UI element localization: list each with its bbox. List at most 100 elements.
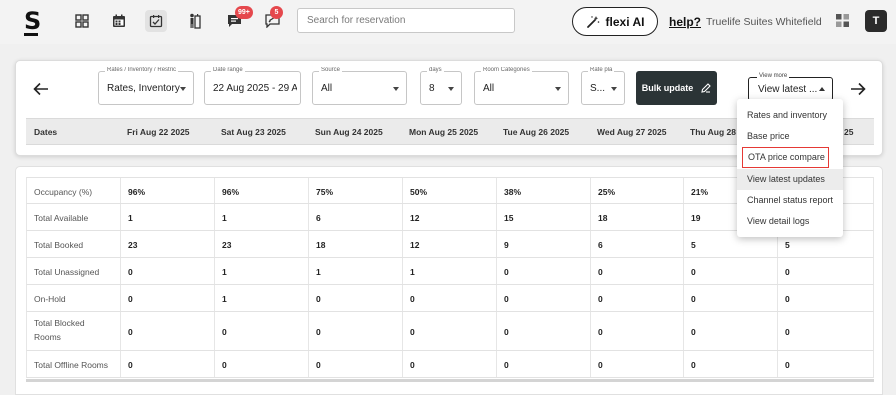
app-logo[interactable]: S (24, 8, 41, 34)
date-range-field[interactable]: Date range 22 Aug 2025 - 29 A (204, 67, 301, 105)
days-select[interactable]: days 8 (420, 67, 462, 105)
messages-badge: 99+ (235, 6, 253, 19)
column-divider (683, 231, 684, 257)
cell-value: 0 (128, 326, 133, 337)
cell-value: 0 (598, 266, 603, 277)
cell-value: 0 (410, 293, 415, 304)
logo-underline (24, 33, 38, 36)
column-divider (590, 285, 591, 311)
days-value: 8 (429, 83, 435, 94)
date-header: Sat Aug 23 2025 (221, 127, 286, 137)
cell-value: 0 (785, 266, 790, 277)
column-divider (496, 258, 497, 284)
date-header: Thu Aug 28 (690, 127, 736, 137)
column-divider (402, 312, 403, 350)
cell-value: 0 (691, 266, 696, 277)
column-divider (402, 204, 403, 230)
calendar-check-icon[interactable] (145, 10, 167, 32)
column-divider (590, 204, 591, 230)
menu-item-base-price[interactable]: Base price (737, 126, 843, 147)
cell-value: 21% (691, 186, 709, 197)
chevron-up-icon (819, 87, 825, 91)
date-range-label: Date range (211, 67, 245, 73)
messages-icon[interactable]: 99+ (223, 6, 253, 32)
cell-value: 6 (598, 239, 603, 250)
column-divider (683, 312, 684, 350)
menu-item-rates-and-inventory[interactable]: Rates and inventory (737, 105, 843, 126)
cell-value: 1 (222, 266, 227, 277)
cell-value: 0 (316, 293, 321, 304)
menu-item-view-detail-logs[interactable]: View detail logs (737, 211, 843, 232)
column-divider (590, 231, 591, 257)
menu-item-ota-price-compare[interactable]: OTA price compare (742, 147, 829, 168)
table-row: Total Unassigned 0 1 1 1 0 0 0 0 (26, 258, 874, 285)
column-divider (496, 178, 497, 203)
column-divider (683, 204, 684, 230)
property-name: Truelife Suites Whitefield (706, 16, 822, 28)
cell-value: 75% (316, 186, 334, 197)
row-label: Total Unassigned (34, 266, 100, 277)
cell-value: 0 (691, 326, 696, 337)
cell-value: 1 (410, 266, 415, 277)
column-divider (214, 178, 215, 203)
cell-value: 0 (598, 359, 603, 370)
chevron-down-icon (393, 87, 399, 91)
apps-grid-icon[interactable] (836, 14, 849, 32)
menu-item-view-latest-updates[interactable]: View latest updates (737, 169, 843, 190)
column-divider (308, 258, 309, 284)
cell-value: 19 (691, 212, 701, 223)
column-divider (590, 312, 591, 350)
column-divider (683, 178, 684, 203)
column-divider (120, 351, 121, 377)
chevron-down-icon (448, 87, 454, 91)
arrow-right-icon[interactable] (847, 78, 869, 100)
column-divider (496, 204, 497, 230)
bulk-update-button[interactable]: Bulk update (636, 71, 717, 105)
cell-value: 1 (222, 293, 227, 304)
dashboard-icon[interactable] (71, 10, 93, 32)
user-avatar[interactable]: T (865, 10, 887, 32)
cell-value: 0 (410, 326, 415, 337)
rates-inventory-value: Rates, Inventory (107, 83, 180, 94)
view-more-select[interactable]: View more View latest ... (748, 73, 833, 101)
row-label: Total Blocked Rooms (34, 318, 85, 342)
arrow-left-icon[interactable] (30, 78, 52, 100)
cell-value: 23 (222, 239, 232, 250)
column-divider (120, 258, 121, 284)
date-header: Fri Aug 22 2025 (127, 127, 190, 137)
housekeeping-icon[interactable] (184, 10, 206, 32)
days-label: days (427, 67, 444, 73)
tasks-icon[interactable]: 5 (261, 6, 283, 32)
row-label: Total Available (34, 212, 89, 223)
view-more-value: View latest ... (758, 84, 818, 95)
menu-item-channel-status-report[interactable]: Channel status report (737, 190, 843, 211)
table-row: Total Offline Rooms 0 0 0 0 0 0 0 0 (26, 351, 874, 378)
row-label: Total Booked (34, 239, 84, 250)
tasks-badge: 5 (270, 6, 283, 19)
column-divider (590, 351, 591, 377)
column-divider (777, 351, 778, 377)
room-categories-label: Room Categories (481, 67, 532, 73)
room-categories-select[interactable]: Room Categories All (474, 67, 569, 105)
rate-plan-value: S... (590, 83, 606, 94)
cell-value: 0 (504, 359, 509, 370)
rate-plan-select[interactable]: Rate pla S... (581, 67, 625, 105)
source-select[interactable]: Source All (312, 67, 407, 105)
cell-value: 12 (410, 239, 420, 250)
column-divider (590, 258, 591, 284)
room-categories-value: All (483, 83, 495, 94)
date-header: Mon Aug 25 2025 (409, 127, 479, 137)
rates-inventory-label: Rates / Inventory / Restric (105, 67, 179, 73)
cell-value: 6 (316, 212, 321, 223)
column-divider (496, 231, 497, 257)
cell-value: 96% (222, 186, 240, 197)
flexi-ai-button[interactable]: flexi AI (572, 7, 658, 36)
cell-value: 1 (316, 266, 321, 277)
row-label: Total Offline Rooms (34, 359, 109, 370)
help-link[interactable]: help? (669, 15, 701, 29)
search-input[interactable] (297, 8, 515, 33)
cell-value: 0 (598, 326, 603, 337)
cell-value: 1 (128, 212, 133, 223)
rates-inventory-select[interactable]: Rates / Inventory / Restric Rates, Inven… (98, 67, 194, 105)
calendar-icon[interactable] (108, 10, 130, 32)
